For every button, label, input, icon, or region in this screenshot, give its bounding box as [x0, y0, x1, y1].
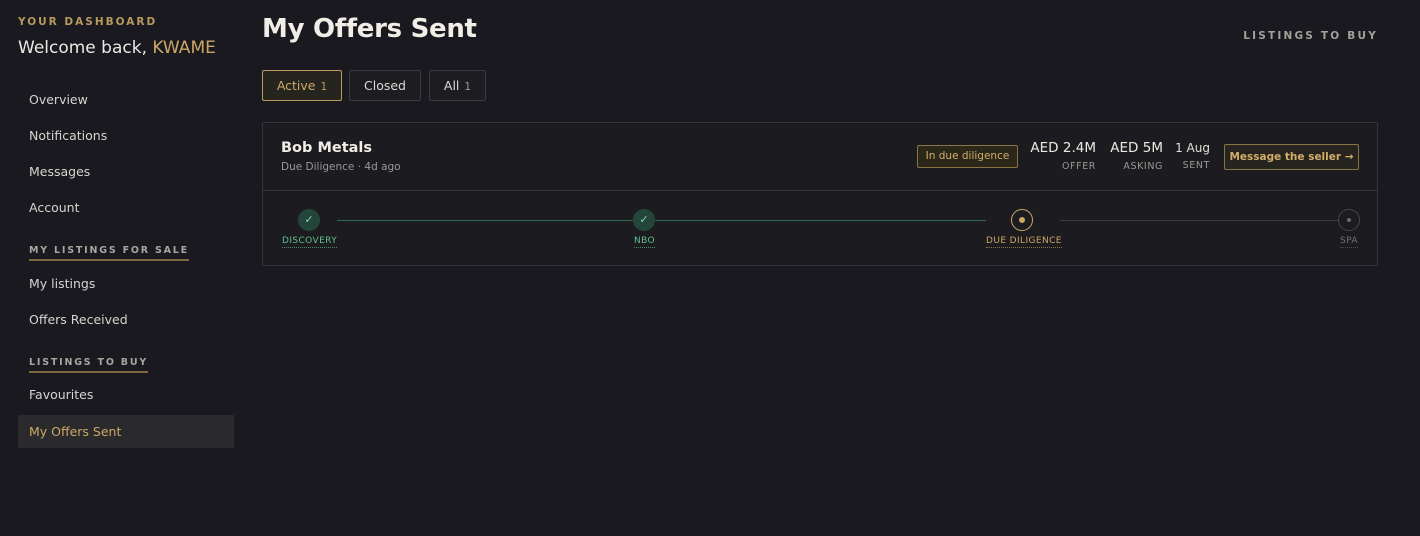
asking-amount: AED 5M ASKING: [1110, 140, 1163, 172]
user-name: KWAME: [152, 38, 216, 58]
tab-label: All: [443, 78, 460, 93]
sidebar-item-messages[interactable]: Messages: [18, 155, 234, 188]
welcome-message: Welcome back, KWAME: [18, 38, 216, 58]
offer-company-name[interactable]: Bob Metals: [281, 140, 372, 156]
progress-line: [337, 220, 633, 221]
progress-line-pending: [1060, 220, 1338, 221]
section-heading-listings-to-buy: LISTINGS TO BUY: [29, 357, 149, 373]
sent-value: 1 Aug: [1175, 141, 1210, 155]
sidebar-item-offers-received[interactable]: Offers Received: [18, 303, 234, 336]
tab-active[interactable]: Active 1: [262, 70, 342, 101]
sidebar-item-account[interactable]: Account: [18, 191, 234, 224]
check-icon: ✓: [633, 209, 655, 231]
main-content: My Offers Sent LISTINGS TO BUY Active 1 C…: [262, 0, 1378, 536]
sent-label: SENT: [1182, 160, 1210, 171]
step-label-nbo[interactable]: NBO: [634, 236, 656, 248]
pending-step-icon: [1338, 209, 1360, 231]
offer-card-header: Bob Metals Due Diligence · 4d ago In due…: [263, 123, 1377, 191]
step-label-discovery[interactable]: DISCOVERY: [282, 236, 338, 248]
status-badge: In due diligence: [917, 145, 1018, 168]
sidebar: YOUR DASHBOARD Welcome back, KWAME Overv…: [18, 0, 234, 536]
asking-value: AED 5M: [1110, 140, 1163, 156]
step-label-spa[interactable]: SPA: [1340, 236, 1358, 248]
offer-amount: AED 2.4M OFFER: [1030, 140, 1096, 172]
offer-label: OFFER: [1061, 161, 1096, 172]
offer-card: Bob Metals Due Diligence · 4d ago In due…: [262, 122, 1378, 266]
tab-label: Closed: [364, 78, 406, 93]
sidebar-item-overview[interactable]: Overview: [18, 83, 234, 116]
welcome-prefix: Welcome back,: [18, 38, 147, 58]
sidebar-item-my-listings[interactable]: My listings: [18, 267, 234, 300]
current-step-icon: [1011, 209, 1033, 231]
tab-count: 1: [320, 81, 328, 93]
tab-count: 1: [464, 81, 472, 93]
check-icon: ✓: [298, 209, 320, 231]
sent-date: 1 Aug SENT: [1175, 140, 1210, 171]
tab-closed[interactable]: Closed: [349, 70, 421, 101]
sidebar-item-notifications[interactable]: Notifications: [18, 119, 234, 152]
asking-label: ASKING: [1123, 161, 1163, 172]
tab-label: Active: [276, 78, 316, 93]
offer-value: AED 2.4M: [1030, 140, 1096, 156]
page-title: My Offers Sent: [262, 14, 477, 44]
offer-subtitle: Due Diligence · 4d ago: [281, 161, 401, 173]
step-label-due-diligence[interactable]: DUE DILIGENCE: [986, 236, 1062, 248]
listings-to-buy-link[interactable]: LISTINGS TO BUY: [1243, 30, 1378, 42]
sidebar-item-favourites[interactable]: Favourites: [18, 378, 234, 411]
message-seller-button[interactable]: Message the seller →: [1224, 144, 1359, 170]
sidebar-item-my-offers-sent[interactable]: My Offers Sent: [18, 415, 234, 448]
tab-all[interactable]: All 1: [429, 70, 486, 101]
dashboard-label: YOUR DASHBOARD: [18, 16, 158, 28]
progress-line: [655, 220, 986, 221]
section-heading-listings-for-sale: MY LISTINGS FOR SALE: [29, 245, 189, 261]
